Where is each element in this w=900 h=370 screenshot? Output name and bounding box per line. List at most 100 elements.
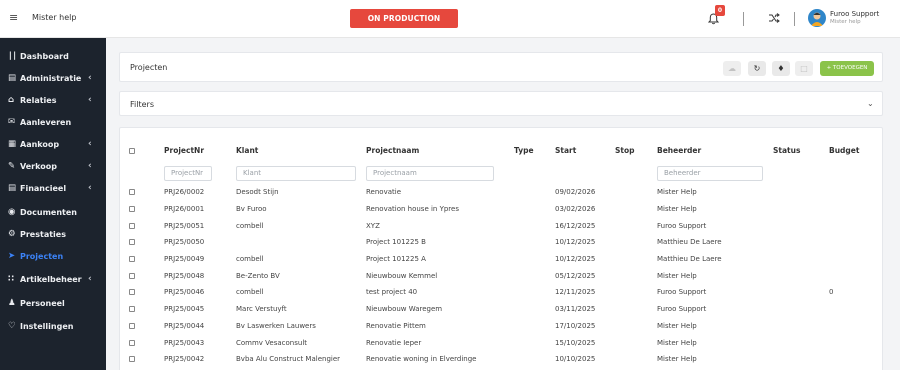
column-header-beheerder[interactable]: Beheerder xyxy=(657,138,773,162)
sidebar-item-instellingen[interactable]: ♡ Instellingen xyxy=(0,316,106,338)
row-checkbox[interactable] xyxy=(129,306,135,313)
cell-start: 03/11/2025 xyxy=(555,305,596,314)
app-name: Mister help xyxy=(32,13,77,22)
cell-type xyxy=(514,184,555,201)
cell-nr: PRJ25/0044 xyxy=(164,321,205,330)
cell-budget xyxy=(829,301,873,318)
cell-status xyxy=(773,284,829,301)
column-header-start[interactable]: Start xyxy=(555,138,615,162)
add-button[interactable]: + TOEVOEGEN xyxy=(820,61,874,76)
table-row[interactable]: PRJ25/0046 combell test project 40 12/11/20… xyxy=(129,284,873,301)
sidebar-item-projecten[interactable]: ➤ Projecten xyxy=(0,246,106,268)
avatar[interactable] xyxy=(808,9,826,27)
row-checkbox[interactable] xyxy=(129,339,135,346)
row-checkbox[interactable] xyxy=(129,256,135,263)
shuffle-icon[interactable] xyxy=(768,12,780,24)
table-row[interactable]: PRJ25/0051 combell XYZ 16/12/2025 Furoo Supp… xyxy=(129,217,873,234)
table-row[interactable]: PRJ26/0001 Bv Furoo Renovation house in Yp… xyxy=(129,201,873,218)
refresh-button[interactable]: ↻ xyxy=(748,61,766,76)
chevron-down-icon[interactable]: ⌄ xyxy=(867,99,874,108)
sidebar-item-label: Projecten xyxy=(20,252,64,261)
filter-cell: ProjectNr xyxy=(164,162,236,184)
eraser-button[interactable]: ♦ xyxy=(772,61,790,76)
column-header-status[interactable]: Status xyxy=(773,138,829,162)
menu-icon[interactable]: ≡ xyxy=(9,12,19,24)
notifications-button[interactable]: 0 xyxy=(706,5,726,29)
table-header-row: ProjectNr Klant Projectnaam Type Start S… xyxy=(129,138,873,162)
empty-cell xyxy=(615,162,657,184)
row-checkbox[interactable] xyxy=(129,272,135,279)
column-header-projectnaam[interactable]: Projectnaam xyxy=(366,138,514,162)
row-checkbox[interactable] xyxy=(129,239,135,246)
table-row[interactable]: PRJ25/0045 Marc Verstuyft Nieuwbouw Warege… xyxy=(129,301,873,318)
cell-budget xyxy=(829,334,873,351)
sidebar-item-dashboard[interactable]: ∣∣ Dashboard xyxy=(0,46,106,68)
table-row[interactable]: PRJ25/0048 Be-Zento BV Nieuwbouw Kemmel 05/… xyxy=(129,267,873,284)
cell-stop xyxy=(615,251,657,268)
row-checkbox[interactable] xyxy=(129,222,135,229)
filters-card[interactable]: Filters ⌄ xyxy=(119,91,883,116)
environment-badge: ON PRODUCTION xyxy=(350,9,458,28)
chevron-left-icon: ‹ xyxy=(88,161,92,171)
archive-icon: ◉ xyxy=(8,207,16,217)
cell-type xyxy=(514,284,555,301)
table-row[interactable]: PRJ25/0050 Project 101225 B 10/12/2025 Matt… xyxy=(129,234,873,251)
column-header-projectnr[interactable]: ProjectNr xyxy=(164,138,236,162)
row-checkbox[interactable] xyxy=(129,189,135,196)
cell-nr: PRJ25/0049 xyxy=(164,255,205,264)
sidebar-item-aankoop[interactable]: ▦ Aankoop ‹ xyxy=(0,134,106,156)
sidebar-item-label: Instellingen xyxy=(20,322,74,331)
cell-naam: XYZ xyxy=(366,221,380,230)
cell-naam: Project 101225 B xyxy=(366,238,426,247)
row-checkbox[interactable] xyxy=(129,322,135,329)
sidebar-item-documenten[interactable]: ◉ Documenten xyxy=(0,202,106,224)
row-select-cell xyxy=(129,351,164,368)
cell-start: 05/12/2025 xyxy=(555,271,596,280)
cell-start: 16/12/2025 xyxy=(555,221,596,230)
cell-naam: Nieuwbouw Waregem xyxy=(366,305,443,314)
sidebar-item-administratie[interactable]: ▤ Administratie ‹ xyxy=(0,68,106,90)
upload-button[interactable]: ☁ xyxy=(723,61,741,76)
cell-budget xyxy=(829,234,873,251)
row-checkbox[interactable] xyxy=(129,289,135,296)
column-header-budget[interactable]: Budget xyxy=(829,138,873,162)
delete-button[interactable]: □ xyxy=(795,61,813,76)
row-checkbox[interactable] xyxy=(129,356,135,363)
column-header-klant[interactable]: Klant xyxy=(236,138,366,162)
projectnr-filter-input[interactable]: ProjectNr xyxy=(164,165,212,181)
sidebar-item-personeel[interactable]: ♟ Personeel xyxy=(0,293,106,315)
table-row[interactable]: PRJ25/0044 Bv Laswerken Lauwers Renovatie … xyxy=(129,318,873,335)
klant-filter-input[interactable]: Klant xyxy=(236,165,356,181)
cell-start: 10/12/2025 xyxy=(555,238,596,247)
cell-stop xyxy=(615,234,657,251)
table-row[interactable]: PRJ25/0042 Bvba Alu Construct Malengier Re… xyxy=(129,351,873,368)
table-row[interactable]: PRJ25/0043 Commv Vesaconsult Renovatie Iep… xyxy=(129,334,873,351)
empty-cell xyxy=(129,162,164,184)
column-header-stop[interactable]: Stop xyxy=(615,138,657,162)
cell-status xyxy=(773,351,829,368)
row-checkbox[interactable] xyxy=(129,206,135,213)
cell-beheerder: Mister Help xyxy=(657,321,697,330)
sidebar-item-financieel[interactable]: ▤ Financieel ‹ xyxy=(0,178,106,200)
cell-stop xyxy=(615,334,657,351)
column-header-type[interactable]: Type xyxy=(514,138,555,162)
table-row[interactable]: PRJ26/0002 Desodt Stijn Renovatie 09/02/202… xyxy=(129,184,873,201)
table-row[interactable]: PRJ25/0049 combell Project 101225 A 10/12/2… xyxy=(129,251,873,268)
projectnaam-filter-input[interactable]: Projectnaam xyxy=(366,165,494,181)
cell-budget xyxy=(829,217,873,234)
sidebar-item-aanleveren[interactable]: ✉ Aanleveren xyxy=(0,112,106,134)
file-icon: ▤ xyxy=(8,183,17,193)
cell-type xyxy=(514,251,555,268)
cell-start: 15/10/2025 xyxy=(555,338,596,347)
sidebar-item-prestaties[interactable]: ⚙ Prestaties xyxy=(0,224,106,246)
cell-type xyxy=(514,334,555,351)
cell-nr: PRJ25/0050 xyxy=(164,238,205,247)
sidebar-item-verkoop[interactable]: ✎ Verkoop ‹ xyxy=(0,156,106,178)
beheerder-filter-input[interactable]: Beheerder xyxy=(657,165,763,181)
select-all-checkbox[interactable] xyxy=(129,147,135,154)
sidebar-item-artikelbeheer[interactable]: ∷ Artikelbeheer ‹ xyxy=(0,269,106,291)
cell-stop xyxy=(615,267,657,284)
cell-klant: combell xyxy=(236,221,264,230)
sidebar-item-relaties[interactable]: ⌂ Relaties ‹ xyxy=(0,90,106,112)
chevron-left-icon: ‹ xyxy=(88,73,92,83)
